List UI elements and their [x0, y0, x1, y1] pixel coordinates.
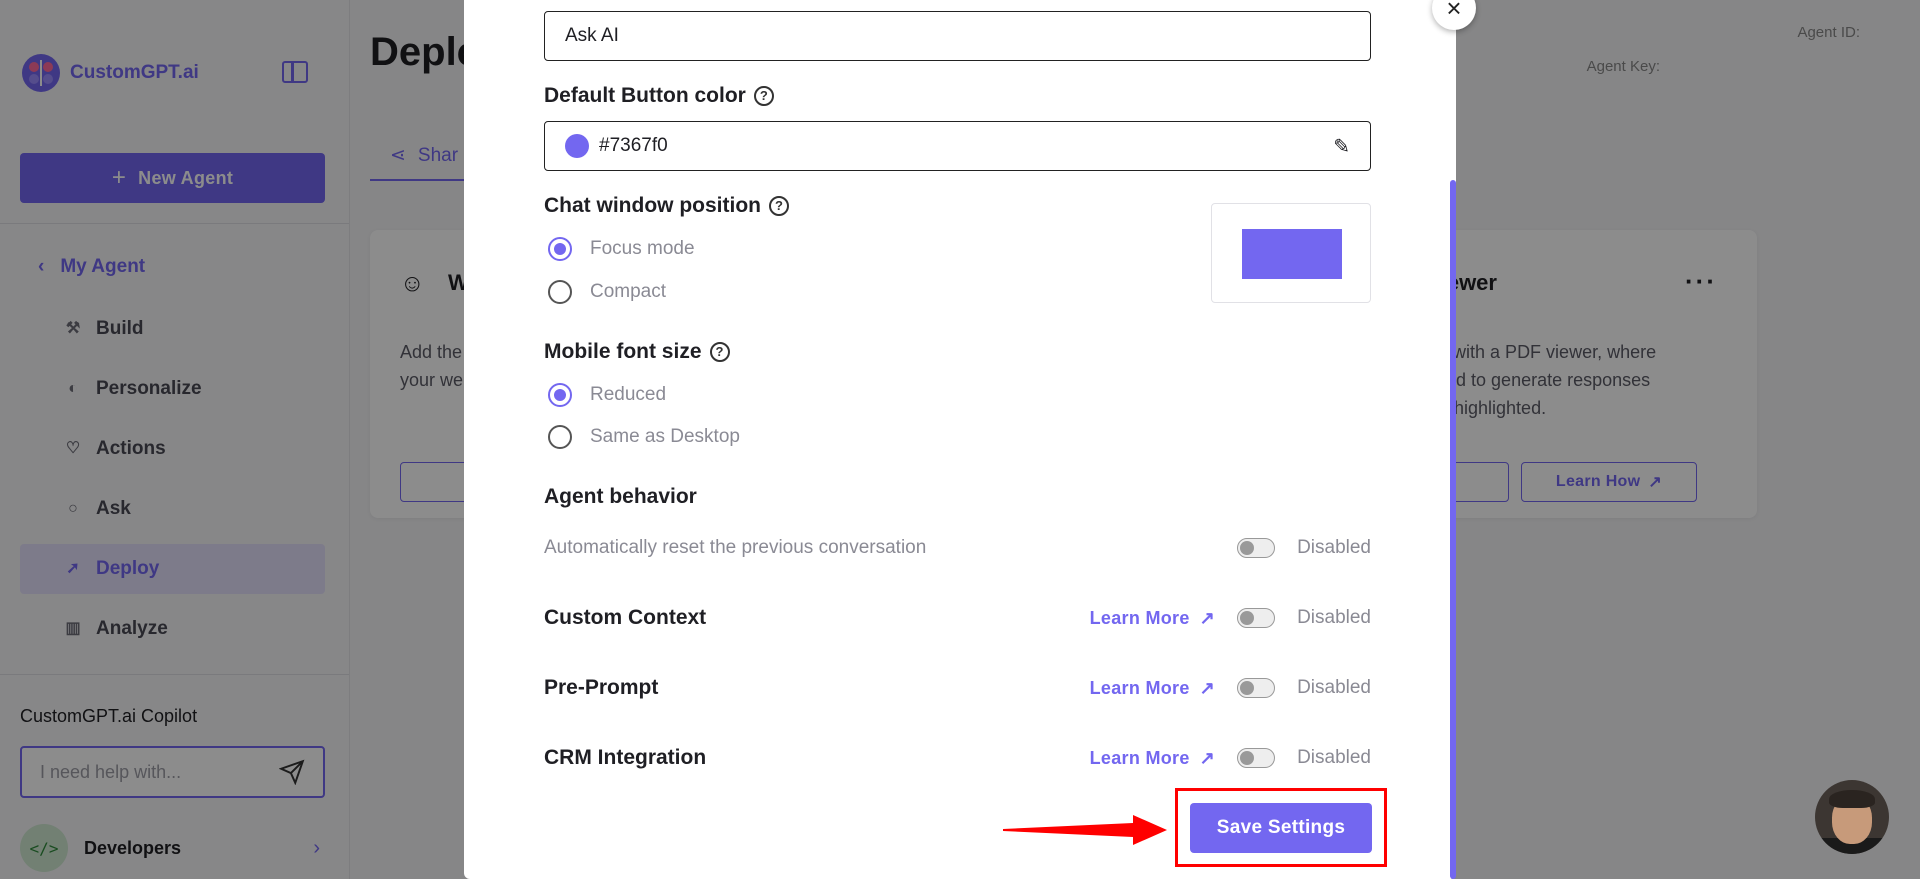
save-settings-button[interactable]: Save Settings [1190, 803, 1372, 853]
learn-more-label: Learn More [1089, 607, 1190, 628]
custom-context-toggle[interactable] [1237, 608, 1276, 628]
field-label-text: Default Button color [544, 84, 746, 107]
crm-integration-toggle[interactable] [1237, 748, 1276, 768]
modal-scrollbar[interactable] [1450, 180, 1456, 879]
learn-more-link[interactable]: Learn More ↗ [1090, 608, 1215, 629]
avatar-hair [1829, 790, 1875, 808]
preview-block [1242, 229, 1342, 279]
button-color-input[interactable]: #7367f0 ✎ [544, 121, 1371, 171]
radio-same-as-desktop[interactable]: Same as Desktop [548, 425, 740, 449]
field-label-text: Agent behavior [544, 485, 697, 508]
pre-prompt-label: Pre-Prompt [544, 676, 659, 699]
radio-dot [548, 383, 572, 407]
help-icon[interactable]: ? [709, 342, 730, 362]
mobile-font-size-label: Mobile font size ? [544, 340, 730, 364]
button-text-input[interactable]: Ask AI [544, 11, 1371, 61]
button-text-value: Ask AI [565, 25, 619, 46]
save-highlight-box: Save Settings [1175, 788, 1387, 867]
help-icon[interactable]: ? [768, 196, 789, 216]
radio-focus-mode[interactable]: Focus mode [548, 237, 695, 261]
support-avatar[interactable] [1815, 780, 1889, 854]
agent-behavior-label: Agent behavior [544, 485, 697, 509]
toggle-state: Disabled [1297, 677, 1371, 698]
custom-context-row: Custom Context Learn More ↗ Disabled [544, 598, 1371, 638]
default-button-color-label: Default Button color ? [544, 84, 774, 108]
external-link-icon: ↗ [1199, 607, 1216, 628]
radio-reduced[interactable]: Reduced [548, 383, 666, 407]
external-link-icon: ↗ [1199, 677, 1216, 698]
eyedropper-icon[interactable]: ✎ [1333, 134, 1350, 159]
toggle-state: Disabled [1297, 607, 1371, 628]
crm-integration-label: CRM Integration [544, 746, 707, 769]
chat-window-preview [1211, 203, 1371, 303]
pre-prompt-row: Pre-Prompt Learn More ↗ Disabled [544, 668, 1371, 708]
radio-label: Same as Desktop [590, 426, 740, 447]
radio-dot [548, 237, 572, 261]
external-link-icon: ↗ [1199, 747, 1216, 768]
auto-reset-label: Automatically reset the previous convers… [544, 537, 927, 558]
radio-dot [548, 425, 572, 449]
radio-dot [548, 280, 572, 304]
custom-context-label: Custom Context [544, 606, 707, 629]
chat-window-position-label: Chat window position ? [544, 194, 789, 218]
field-label-text: Chat window position [544, 194, 761, 217]
learn-more-label: Learn More [1089, 677, 1190, 698]
color-swatch[interactable] [565, 134, 589, 158]
learn-more-link[interactable]: Learn More ↗ [1090, 678, 1215, 699]
color-value: #7367f0 [599, 135, 668, 156]
pre-prompt-toggle[interactable] [1237, 678, 1276, 698]
radio-label: Compact [590, 281, 667, 302]
deploy-settings-modal: × Ask AI Default Button color ? #7367f0 … [464, 0, 1476, 879]
auto-reset-row: Automatically reset the previous convers… [544, 528, 1371, 568]
annotation-arrow [1003, 815, 1167, 845]
toggle-state: Disabled [1297, 537, 1371, 558]
help-icon[interactable]: ? [753, 86, 774, 106]
auto-reset-toggle[interactable] [1237, 538, 1276, 558]
toggle-state: Disabled [1297, 747, 1371, 768]
radio-label: Reduced [590, 384, 667, 405]
field-label-text: Mobile font size [544, 340, 702, 363]
crm-integration-row: CRM Integration Learn More ↗ Disabled [544, 738, 1371, 778]
learn-more-link[interactable]: Learn More ↗ [1090, 748, 1215, 769]
radio-label: Focus mode [590, 238, 695, 259]
radio-compact[interactable]: Compact [548, 280, 666, 304]
learn-more-label: Learn More [1089, 747, 1190, 768]
